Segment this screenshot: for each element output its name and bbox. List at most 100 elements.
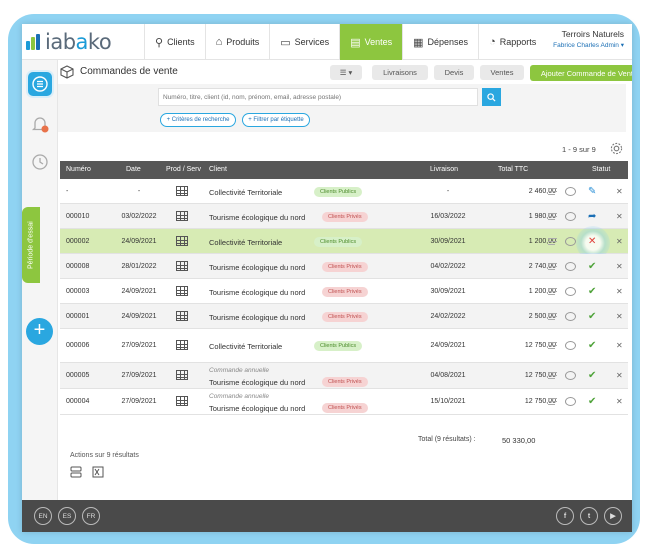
client-name[interactable]: Collectivité Territoriale: [209, 238, 282, 247]
grid-icon[interactable]: [176, 261, 188, 273]
status-cross-icon[interactable]: ✕: [588, 236, 596, 247]
notes-icon[interactable]: [548, 372, 557, 382]
comment-icon[interactable]: [565, 371, 576, 382]
header-date[interactable]: Date: [126, 166, 141, 173]
table-row[interactable]: 000008 28/01/2022 Tourisme écologique du n…: [60, 254, 628, 279]
status-share-icon[interactable]: ➦: [588, 211, 596, 222]
order-number[interactable]: 000004: [66, 398, 89, 405]
search-button[interactable]: [482, 88, 501, 106]
devis-button[interactable]: Devis: [434, 65, 474, 80]
grid-icon[interactable]: [176, 340, 188, 352]
logo[interactable]: iabako: [26, 30, 112, 54]
status-check-icon[interactable]: ✔: [588, 370, 596, 381]
search-criteria-button[interactable]: + Critères de recherche: [160, 113, 236, 127]
notes-icon[interactable]: [548, 342, 557, 352]
header-livraison[interactable]: Livraison: [430, 166, 458, 173]
nav-item-clients[interactable]: ⚲ Clients: [144, 24, 205, 60]
table-row[interactable]: 000004 27/09/2021 Commande annuelle Tourism…: [60, 389, 628, 415]
notes-icon[interactable]: [548, 263, 557, 273]
table-row[interactable]: - - Collectivité Territoriale Clients Publi…: [60, 179, 628, 204]
order-number[interactable]: 000003: [66, 288, 89, 295]
grid-icon[interactable]: [176, 286, 188, 298]
header-total-ttc[interactable]: Total TTC: [498, 166, 528, 173]
delete-icon[interactable]: ✕: [616, 397, 623, 406]
grid-icon[interactable]: [176, 186, 188, 198]
notes-icon[interactable]: [548, 288, 557, 298]
comment-icon[interactable]: [565, 237, 576, 248]
order-number[interactable]: 000006: [66, 342, 89, 349]
comment-icon[interactable]: [565, 341, 576, 352]
nav-item-dépenses[interactable]: ▦ Dépenses: [402, 24, 478, 60]
header-numero[interactable]: Numéro: [66, 166, 91, 173]
grid-icon[interactable]: [176, 211, 188, 223]
order-number[interactable]: 000005: [66, 372, 89, 379]
sidebar-menu-button[interactable]: [26, 70, 54, 98]
status-check-icon[interactable]: ✔: [588, 340, 596, 351]
twitter-icon[interactable]: t: [580, 507, 598, 525]
comment-icon[interactable]: [565, 262, 576, 273]
comment-icon[interactable]: [565, 287, 576, 298]
order-number[interactable]: 000002: [66, 238, 89, 245]
client-name[interactable]: Collectivité Territoriale: [209, 342, 282, 351]
notifications-button[interactable]: [26, 110, 54, 138]
table-row[interactable]: 000010 03/02/2022 Tourisme écologique du n…: [60, 204, 628, 229]
nav-item-rapports[interactable]: ◔ Rapports: [478, 24, 546, 60]
order-number[interactable]: -: [66, 188, 68, 195]
delete-icon[interactable]: ✕: [616, 212, 623, 221]
lang-en[interactable]: EN: [34, 507, 52, 525]
delete-icon[interactable]: ✕: [616, 341, 623, 350]
status-check-icon[interactable]: ✔: [588, 396, 596, 407]
livraisons-button[interactable]: Livraisons: [372, 65, 428, 80]
client-name[interactable]: Tourisme écologique du nord: [209, 213, 305, 222]
grid-icon[interactable]: [176, 396, 188, 408]
client-name[interactable]: Collectivité Territoriale: [209, 188, 282, 197]
header-client[interactable]: Client: [209, 166, 227, 173]
youtube-icon[interactable]: ▶: [604, 507, 622, 525]
delete-icon[interactable]: ✕: [616, 312, 623, 321]
client-name[interactable]: Tourisme écologique du nord: [209, 313, 305, 322]
table-row[interactable]: 000001 24/09/2021 Tourisme écologique du n…: [60, 304, 628, 329]
status-check-icon[interactable]: ✔: [588, 261, 596, 272]
comment-icon[interactable]: [565, 312, 576, 323]
facebook-icon[interactable]: f: [556, 507, 574, 525]
add-sales-order-button[interactable]: Ajouter Commande de Vente: [530, 65, 632, 81]
notes-icon[interactable]: [548, 188, 557, 198]
notes-icon[interactable]: [548, 398, 557, 408]
grid-icon[interactable]: [176, 370, 188, 382]
client-name[interactable]: Tourisme écologique du nord: [209, 378, 305, 387]
delete-icon[interactable]: ✕: [616, 287, 623, 296]
order-number[interactable]: 000008: [66, 263, 89, 270]
comment-icon[interactable]: [565, 397, 576, 408]
client-name[interactable]: Tourisme écologique du nord: [209, 288, 305, 297]
excel-icon[interactable]: [92, 466, 104, 478]
table-row[interactable]: 000006 27/09/2021 Collectivité Territorial…: [60, 329, 628, 363]
lang-es[interactable]: ES: [58, 507, 76, 525]
trial-period-tab[interactable]: Période d'essai: [22, 207, 40, 283]
client-name[interactable]: Tourisme écologique du nord: [209, 263, 305, 272]
header-statut[interactable]: Statut: [592, 166, 610, 173]
delete-icon[interactable]: ✕: [616, 187, 623, 196]
add-button[interactable]: +: [26, 318, 53, 345]
grid-icon[interactable]: [176, 311, 188, 323]
order-number[interactable]: 000001: [66, 313, 89, 320]
table-row[interactable]: 000003 24/09/2021 Tourisme écologique du n…: [60, 279, 628, 304]
nav-item-ventes[interactable]: ▤ Ventes: [339, 24, 403, 60]
notes-icon[interactable]: [548, 238, 557, 248]
search-input[interactable]: [158, 88, 478, 106]
table-row[interactable]: 000002 24/09/2021 Collectivité Territorial…: [60, 226, 628, 260]
ventes-button[interactable]: Ventes: [480, 65, 524, 80]
nav-item-produits[interactable]: ⌂ Produits: [204, 24, 270, 60]
status-check-icon[interactable]: ✔: [588, 286, 596, 297]
list-view-dropdown[interactable]: ☰ ▾: [330, 65, 362, 80]
lang-fr[interactable]: FR: [82, 507, 100, 525]
account-menu[interactable]: Terroirs Naturels Fabrice Charles Admin …: [553, 29, 624, 49]
tag-filter-button[interactable]: + Filtrer par étiquette: [242, 113, 310, 127]
client-name[interactable]: Tourisme écologique du nord: [209, 404, 305, 413]
notes-icon[interactable]: [548, 313, 557, 323]
server-icon[interactable]: [70, 466, 82, 478]
grid-icon[interactable]: [176, 236, 188, 248]
comment-icon[interactable]: [565, 187, 576, 198]
delete-icon[interactable]: ✕: [616, 262, 623, 271]
header-prod[interactable]: Prod / Serv: [166, 166, 201, 173]
notes-icon[interactable]: [548, 213, 557, 223]
